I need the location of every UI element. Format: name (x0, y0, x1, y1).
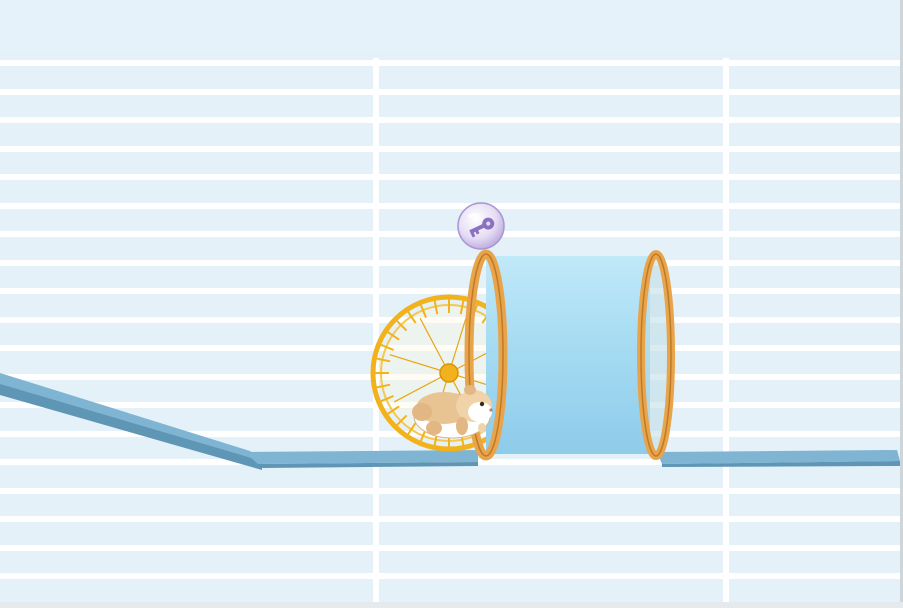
top-wall (0, 0, 903, 50)
cage-bar (0, 89, 903, 95)
cage-bar (0, 174, 903, 180)
middle-platform (244, 450, 478, 468)
cage-bar (0, 260, 903, 266)
right-platform (657, 450, 900, 467)
key-bubble[interactable] (457, 202, 505, 250)
cage-bar (0, 516, 903, 522)
cage-bar (0, 545, 903, 551)
game-stage[interactable] (0, 0, 903, 608)
cage-bar (0, 488, 903, 494)
cage-bar (0, 60, 903, 66)
cage-bar (0, 117, 903, 123)
cage-bar (0, 573, 903, 579)
cage-bar (0, 203, 903, 209)
cage-bar (0, 288, 903, 294)
cage-post-1 (373, 58, 379, 603)
cage-bar (0, 231, 903, 237)
cage-post-2 (723, 58, 729, 603)
game-scene[interactable] (0, 0, 903, 608)
bottom-edge (0, 602, 903, 608)
cage-bar (0, 146, 903, 152)
tube (464, 249, 675, 461)
